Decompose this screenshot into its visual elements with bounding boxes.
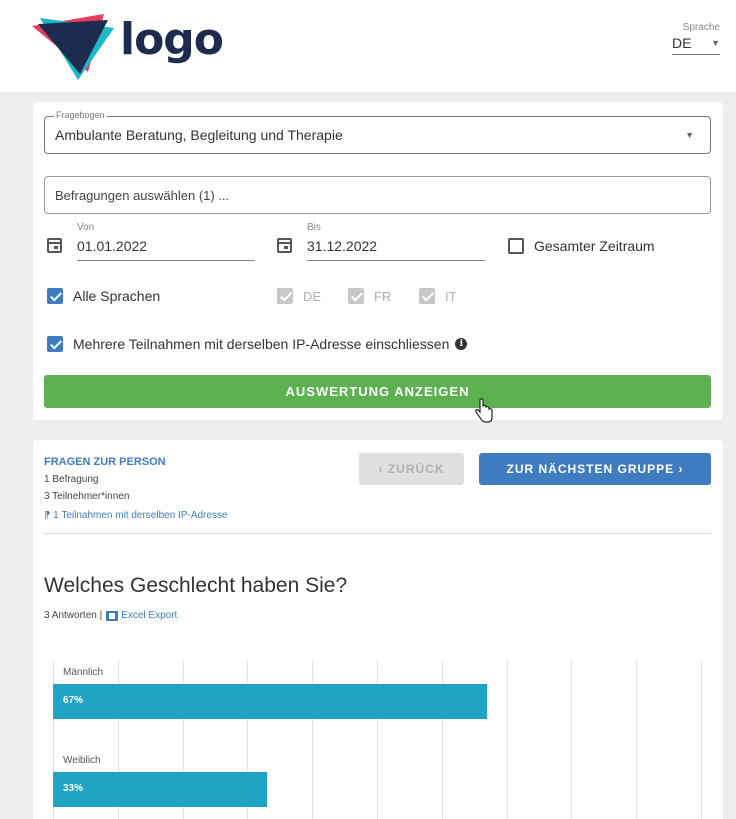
ip-note-link[interactable]: ⁋ 1 Teilnahmen mit derselben IP-Adresse bbox=[44, 510, 228, 521]
multi-ip-checkbox[interactable]: Mehrere Teilnahmen mit derselben IP-Adre… bbox=[47, 336, 468, 352]
checkbox-checked-icon[interactable] bbox=[47, 336, 63, 352]
caret-down-icon: ▼ bbox=[711, 38, 720, 48]
bar[interactable] bbox=[53, 772, 267, 807]
surveys-select-text: Befragungen auswählen (1) ... bbox=[55, 188, 230, 203]
calendar-icon[interactable] bbox=[47, 238, 62, 253]
divider bbox=[44, 533, 711, 534]
ip-note-text: 1 Teilnahmen mit derselben IP-Adresse bbox=[53, 510, 228, 521]
back-button[interactable]: ‹ ZURÜCK bbox=[359, 453, 464, 485]
logo[interactable]: logo bbox=[30, 10, 230, 82]
excel-export-link[interactable]: Excel Export bbox=[121, 610, 177, 621]
hand-cursor-icon bbox=[475, 398, 493, 423]
bar-chart: Männlich 67% Weiblich 33% bbox=[53, 660, 702, 819]
bar-value-label: 33% bbox=[63, 783, 84, 794]
show-results-button[interactable]: AUSWERTUNG ANZEIGEN bbox=[44, 375, 711, 408]
question-title: Welches Geschlecht haben Sie? bbox=[44, 574, 348, 597]
date-from[interactable]: Von 01.01.2022 bbox=[47, 222, 255, 262]
flag-icon: ⁋ bbox=[44, 510, 51, 521]
all-languages-label: Alle Sprachen bbox=[73, 288, 161, 304]
logo-mark-icon bbox=[32, 14, 114, 80]
logo-text: logo bbox=[120, 14, 224, 65]
checkbox-checked-icon[interactable] bbox=[47, 288, 63, 304]
filter-card: Fragebogen Ambulante Beratung, Begleitun… bbox=[33, 102, 723, 420]
date-to-label: Bis bbox=[307, 222, 321, 233]
questionnaire-legend: Fragebogen bbox=[54, 110, 107, 120]
checkbox-disabled-icon bbox=[277, 288, 293, 304]
language-checkbox-it: IT bbox=[419, 288, 457, 304]
bar-category-label: Weiblich bbox=[63, 755, 101, 766]
language-value: DE bbox=[672, 35, 692, 51]
checkbox-disabled-icon bbox=[419, 288, 435, 304]
next-group-button[interactable]: ZUR NÄCHSTEN GRUPPE › bbox=[479, 453, 711, 485]
whole-period-label: Gesamter Zeitraum bbox=[534, 238, 655, 254]
date-to-input[interactable]: 31.12.2022 bbox=[307, 238, 485, 261]
language-checkbox-fr: FR bbox=[348, 288, 391, 304]
surveys-select[interactable]: Befragungen auswählen (1) ... bbox=[44, 176, 711, 214]
surveys-count: 1 Befragung bbox=[44, 474, 99, 485]
bar-value-label: 67% bbox=[63, 695, 84, 706]
multi-ip-label: Mehrere Teilnahmen mit derselben IP-Adre… bbox=[73, 336, 450, 352]
all-languages-checkbox[interactable]: Alle Sprachen bbox=[47, 288, 160, 304]
bar[interactable] bbox=[53, 684, 488, 719]
header: logo Sprache DE ▼ bbox=[0, 0, 736, 92]
grid-line bbox=[507, 660, 508, 819]
language-de-label: DE bbox=[303, 288, 322, 304]
language-select[interactable]: DE ▼ bbox=[672, 35, 720, 55]
language-checkbox-de: DE bbox=[277, 288, 321, 304]
grid-line bbox=[701, 660, 702, 819]
questionnaire-select[interactable]: Fragebogen Ambulante Beratung, Begleitun… bbox=[44, 110, 711, 154]
date-to[interactable]: Bis 31.12.2022 bbox=[277, 222, 485, 262]
caret-down-icon: ▼ bbox=[685, 130, 694, 140]
language-selector[interactable]: Sprache DE ▼ bbox=[672, 22, 720, 55]
participants-count: 3 Teilnehmer*innen bbox=[44, 491, 130, 502]
date-from-label: Von bbox=[77, 222, 95, 233]
answers-row: 3 Antworten | Excel Export bbox=[44, 610, 177, 621]
grid-line bbox=[636, 660, 637, 819]
language-fr-label: FR bbox=[374, 288, 392, 304]
checkbox-disabled-icon bbox=[348, 288, 364, 304]
whole-period-checkbox[interactable]: Gesamter Zeitraum bbox=[508, 238, 655, 254]
results-card: FRAGEN ZUR PERSON 1 Befragung 3 Teilnehm… bbox=[33, 440, 723, 819]
answers-count: 3 Antworten | bbox=[44, 610, 103, 621]
group-title: FRAGEN ZUR PERSON bbox=[44, 456, 166, 468]
language-label: Sprache bbox=[682, 22, 720, 33]
language-it-label: IT bbox=[445, 288, 457, 304]
excel-icon[interactable] bbox=[106, 610, 119, 621]
date-from-input[interactable]: 01.01.2022 bbox=[77, 238, 255, 261]
calendar-icon[interactable] bbox=[277, 238, 292, 253]
questionnaire-value: Ambulante Beratung, Begleitung und Thera… bbox=[55, 127, 343, 143]
bar-category-label: Männlich bbox=[63, 667, 104, 678]
checkbox-unchecked-icon[interactable] bbox=[508, 238, 524, 254]
info-icon[interactable]: i bbox=[455, 338, 468, 350]
grid-line bbox=[571, 660, 572, 819]
